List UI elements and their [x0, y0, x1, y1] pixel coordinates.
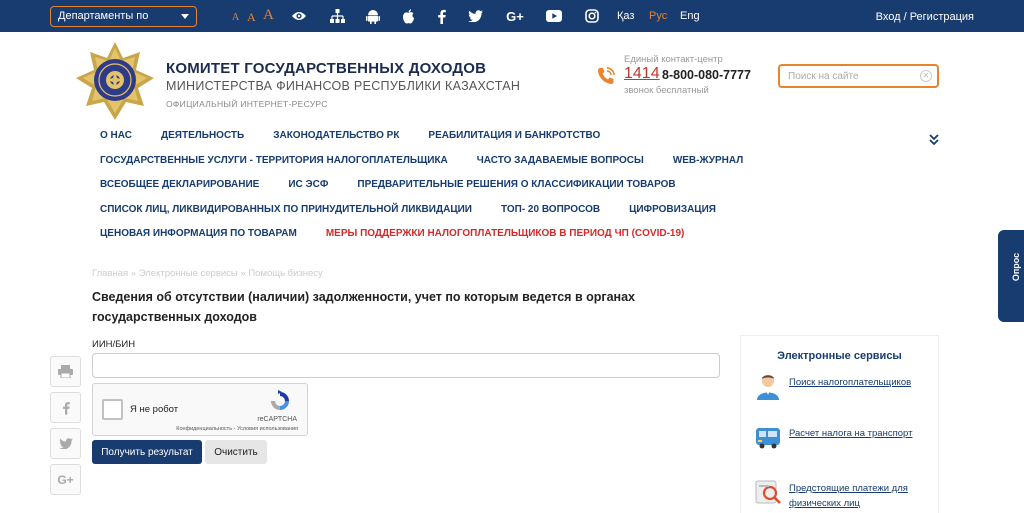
clear-button[interactable]: Очистить — [205, 440, 267, 464]
breadcrumb-e-services[interactable]: Электронные сервисы — [139, 268, 238, 279]
e-services-panel: Электронные сервисы Поиск налогоплательщ… — [740, 335, 939, 513]
nav-item-digitalization[interactable]: ЦИФРОВИЗАЦИЯ — [629, 198, 716, 222]
nav-item-about[interactable]: О НАС — [100, 124, 132, 148]
nav-item-top20[interactable]: ТОП- 20 ВОПРОСОВ — [501, 198, 600, 222]
iin-bin-label: ИИН/БИН — [92, 339, 136, 350]
recaptcha-logo-icon — [268, 389, 292, 413]
nav-item-rehabilitation[interactable]: РЕАБИЛИТАЦИЯ И БАНКРОТСТВО — [428, 124, 600, 148]
departments-dropdown[interactable]: Департаменты по регионам — [50, 6, 197, 41]
nav-item-web-journal[interactable]: WEB-ЖУРНАЛ — [673, 149, 743, 173]
share-facebook-button[interactable] — [50, 392, 81, 423]
android-icon[interactable] — [364, 8, 382, 24]
recaptcha-terms[interactable]: Конфиденциальность - Условия использован… — [176, 426, 298, 432]
recaptcha-brand: reCAPTCHA — [257, 416, 297, 423]
recaptcha-widget: Я не робот reCAPTCHA Конфиденциальность … — [92, 383, 308, 436]
recaptcha-checkbox[interactable] — [102, 399, 123, 420]
youtube-icon[interactable] — [545, 8, 563, 24]
eye-icon[interactable] — [290, 8, 308, 24]
facebook-icon[interactable] — [432, 8, 450, 24]
breadcrumb: Главная » Электронные сервисы » Помощь б… — [92, 268, 323, 279]
twitter-icon — [58, 438, 73, 449]
nav-item-liquidated-list[interactable]: СПИСОК ЛИЦ, ЛИКВИДИРОВАННЫХ ПО ПРИНУДИТЕ… — [100, 198, 472, 222]
e-services-title: Электронные сервисы — [777, 350, 902, 362]
page-title: Сведения об отсутствии (наличии) задолже… — [92, 290, 635, 324]
sitemap-icon[interactable] — [328, 8, 346, 24]
iin-bin-input[interactable] — [92, 353, 720, 378]
nav-row: ВСЕОБЩЕЕ ДЕКЛАРИРОВАНИЕ ИС ЭСФ ПРЕДВАРИТЕЛ… — [100, 173, 880, 198]
apple-icon[interactable] — [399, 8, 417, 24]
bus-icon — [753, 422, 783, 452]
double-chevron-down-icon[interactable] — [928, 132, 940, 146]
nav-item-classification[interactable]: ПРЕДВАРИТЕЛЬНЫЕ РЕШЕНИЯ О КЛАССИФИКАЦИИ … — [357, 173, 675, 197]
service-item[interactable]: Поиск налогоплательщиков — [753, 371, 933, 401]
site-search: ✕ — [778, 64, 939, 88]
nav-row: О НАС ДЕЯТЕЛЬНОСТЬ ЗАКОНОДАТЕЛЬСТВО РК РЕАБ… — [100, 124, 880, 149]
ministry-name: МИНИСТЕРСТВА ФИНАНСОВ РЕСПУБЛИКИ КАЗАХСТ… — [166, 79, 521, 93]
payment-search-icon — [753, 477, 783, 507]
service-item[interactable]: Расчет налога на транспорт — [753, 422, 933, 452]
long-phone-number[interactable]: 8-800-080-7777 — [662, 68, 751, 82]
contact-center-label: Единый контакт-центр — [624, 54, 723, 65]
nav-row: СПИСОК ЛИЦ, ЛИКВИДИРОВАННЫХ ПО ПРИНУДИТЕ… — [100, 198, 880, 223]
nav-item-faq[interactable]: ЧАСТО ЗАДАВАЕМЫЕ ВОПРОСЫ — [477, 149, 644, 173]
login-register-link[interactable]: Вход / Регистрация — [876, 11, 974, 23]
lang-kz[interactable]: Қаз — [617, 10, 634, 22]
breadcrumb-separator: » — [240, 268, 246, 279]
official-resource-label: ОФИЦИАЛЬНЫЙ ИНТЕРНЕТ-РЕСУРС — [166, 99, 328, 109]
breadcrumb-separator: » — [130, 268, 137, 279]
nav-item-covid-support[interactable]: МЕРЫ ПОДДЕРЖКИ НАЛОГОПЛАТЕЛЬЩИКОВ В ПЕРИ… — [326, 222, 685, 246]
breadcrumb-home[interactable]: Главная — [92, 268, 128, 279]
twitter-icon[interactable] — [466, 8, 484, 24]
search-input[interactable] — [788, 69, 913, 83]
chevron-down-icon — [181, 14, 189, 19]
top-bar: Департаменты по регионам A A A G+ Қаз Ру… — [0, 0, 1024, 41]
nav-item-legislation[interactable]: ЗАКОНОДАТЕЛЬСТВО РК — [273, 124, 399, 148]
font-size-small-button[interactable]: A — [232, 12, 239, 23]
free-call-label: звонок бесплатный — [624, 85, 709, 96]
short-phone-number[interactable]: 1414 — [624, 65, 660, 83]
breadcrumb-business-help[interactable]: Помощь бизнесу — [248, 268, 322, 279]
org-title: КОМИТЕТ ГОСУДАРСТВЕННЫХ ДОХОДОВ — [166, 60, 487, 77]
emblem-logo[interactable] — [74, 40, 156, 122]
clear-search-icon[interactable]: ✕ — [920, 70, 932, 82]
share-twitter-button[interactable] — [50, 428, 81, 459]
service-item[interactable]: Предстоящие платежи для физических лиц — [753, 477, 933, 513]
phone-icon — [596, 66, 616, 86]
print-button[interactable] — [50, 356, 81, 387]
nav-item-price-info[interactable]: ЦЕНОВАЯ ИНФОРМАЦИЯ ПО ТОВАРАМ — [100, 222, 297, 246]
get-result-button[interactable]: Получить результат — [92, 440, 202, 464]
service-link[interactable]: Расчет налога на транспорт — [789, 426, 912, 441]
nav-item-declaration[interactable]: ВСЕОБЩЕЕ ДЕКЛАРИРОВАНИЕ — [100, 173, 259, 197]
facebook-icon — [62, 401, 70, 415]
google-plus-icon[interactable]: G+ — [506, 8, 524, 24]
page-content: КОМИТЕТ ГОСУДАРСТВЕННЫХ ДОХОДОВ МИНИСТЕР… — [0, 32, 1024, 513]
recaptcha-label: Я не робот — [130, 404, 179, 415]
service-link[interactable]: Предстоящие платежи для физических лиц — [789, 481, 929, 511]
service-link[interactable]: Поиск налогоплательщиков — [789, 375, 911, 390]
nav-row: ЦЕНОВАЯ ИНФОРМАЦИЯ ПО ТОВАРАМ МЕРЫ ПОДДЕР… — [100, 222, 880, 247]
instagram-icon[interactable] — [583, 8, 601, 24]
font-size-medium-button[interactable]: A — [247, 10, 256, 25]
poll-tab[interactable]: Опрос — [998, 230, 1024, 322]
lang-en[interactable]: Eng — [680, 10, 700, 22]
lang-ru[interactable]: Рус — [649, 10, 667, 22]
nav-item-activity[interactable]: ДЕЯТЕЛЬНОСТЬ — [161, 124, 244, 148]
font-size-large-button[interactable]: A — [263, 7, 274, 24]
google-plus-icon: G+ — [57, 472, 74, 487]
nav-item-is-esf[interactable]: ИС ЭСФ — [288, 173, 328, 197]
share-google-plus-button[interactable]: G+ — [50, 464, 81, 495]
poll-label: Опрос — [1011, 252, 1021, 282]
main-nav: О НАС ДЕЯТЕЛЬНОСТЬ ЗАКОНОДАТЕЛЬСТВО РК РЕАБ… — [100, 124, 880, 247]
nav-row: ГОСУДАРСТВЕННЫЕ УСЛУГИ - ТЕРРИТОРИЯ НАЛО… — [100, 149, 880, 174]
person-icon — [753, 371, 783, 401]
print-icon — [58, 365, 73, 378]
nav-item-public-services[interactable]: ГОСУДАРСТВЕННЫЕ УСЛУГИ - ТЕРРИТОРИЯ НАЛО… — [100, 149, 448, 173]
